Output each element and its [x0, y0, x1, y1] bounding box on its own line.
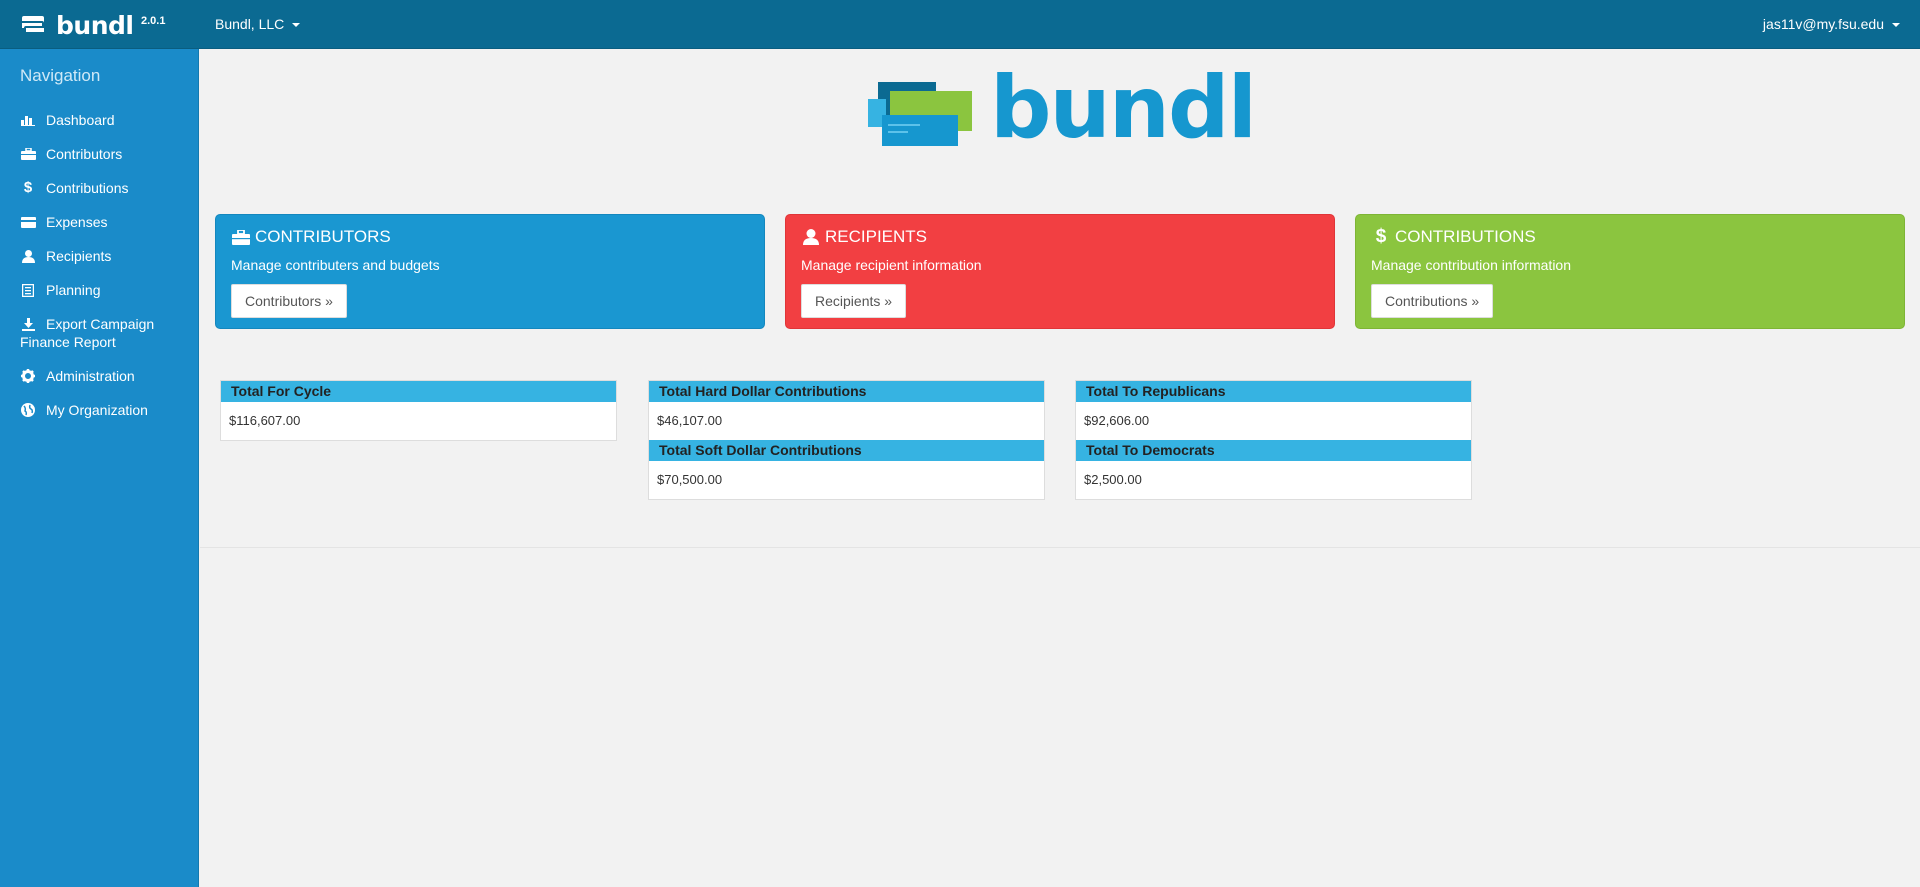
- panel-description: Manage recipient information: [801, 257, 982, 273]
- list-icon: [20, 281, 36, 299]
- download-icon: [20, 315, 36, 333]
- panel-title: CONTRIBUTORS: [231, 226, 749, 248]
- user-dropdown[interactable]: jas11v@my.fsu.edu: [1763, 16, 1900, 32]
- globe-icon: [20, 401, 36, 419]
- sidebar-item-export-report[interactable]: Export Campaign Finance Report: [20, 315, 195, 351]
- stat-value: $116,607.00: [229, 413, 301, 428]
- total-cycle-box: Total For Cycle $116,607.00: [220, 380, 617, 441]
- panel-title-text: CONTRIBUTIONS: [1395, 227, 1536, 246]
- dollar-type-box: Total Hard Dollar Contributions $46,107.…: [648, 380, 1045, 500]
- user-icon: [801, 228, 821, 246]
- user-icon: [20, 247, 36, 265]
- briefcase-icon: [231, 228, 251, 246]
- sidebar-item-label: Dashboard: [46, 112, 115, 128]
- caret-down-icon: [292, 23, 301, 28]
- stat-label: Total For Cycle: [221, 381, 616, 402]
- brand-link[interactable]: bundl: [20, 10, 134, 40]
- sidebar-item-label: Recipients: [46, 248, 112, 264]
- bundl-logo-icon: [20, 15, 48, 35]
- sidebar-item-label: Contributions: [46, 180, 129, 196]
- organization-dropdown[interactable]: Bundl, LLC: [215, 16, 301, 32]
- sidebar-item-my-organization[interactable]: My Organization: [20, 401, 195, 419]
- sidebar-item-label: My Organization: [46, 402, 148, 418]
- panel-title-text: CONTRIBUTORS: [255, 227, 391, 246]
- contributions-panel: $ CONTRIBUTIONS Manage contribution info…: [1355, 214, 1905, 329]
- contributions-button[interactable]: Contributions »: [1371, 284, 1494, 318]
- content-divider: [200, 547, 1920, 548]
- sidebar-item-dashboard[interactable]: Dashboard: [20, 111, 195, 129]
- sidebar-item-expenses[interactable]: Expenses: [20, 213, 195, 231]
- recipients-button[interactable]: Recipients »: [801, 284, 907, 318]
- contributors-panel: CONTRIBUTORS Manage contributers and bud…: [215, 214, 765, 329]
- panel-title: $ CONTRIBUTIONS: [1371, 226, 1889, 248]
- dollar-icon: $: [1375, 226, 1387, 247]
- sidebar-item-label: Administration: [46, 368, 135, 384]
- version-label: 2.0.1: [141, 15, 166, 27]
- stat-value: $92,606.00: [1084, 413, 1150, 428]
- sidebar-item-recipients[interactable]: Recipients: [20, 247, 195, 265]
- brand-name: bundl: [56, 10, 134, 40]
- stat-value: $2,500.00: [1084, 472, 1142, 487]
- top-navbar: bundl 2.0.1 Bundl, LLC jas11v@my.fsu.edu: [0, 0, 1920, 49]
- recipients-panel: RECIPIENTS Manage recipient information …: [785, 214, 1335, 329]
- sidebar-title: Navigation: [20, 66, 101, 85]
- stat-value: $46,107.00: [657, 413, 723, 428]
- sidebar-item-label: Planning: [46, 282, 101, 298]
- stat-label: Total Soft Dollar Contributions: [649, 440, 1044, 461]
- stat-label: Total To Democrats: [1076, 440, 1471, 461]
- sidebar-item-label: Expenses: [46, 214, 108, 230]
- sidebar-item-label: Export Campaign Finance Report: [20, 316, 155, 350]
- bar-chart-icon: [20, 111, 36, 129]
- sidebar-item-contributions[interactable]: $ Contributions: [20, 179, 195, 197]
- panel-title: RECIPIENTS: [801, 226, 1319, 248]
- party-totals-box: Total To Republicans $92,606.00 Total To…: [1075, 380, 1472, 500]
- sidebar-item-label: Contributors: [46, 146, 123, 162]
- panel-title-text: RECIPIENTS: [825, 227, 928, 246]
- user-email: jas11v@my.fsu.edu: [1762, 16, 1884, 32]
- sidebar-item-contributors[interactable]: Contributors: [20, 145, 195, 163]
- logo-cards-icon: [868, 82, 973, 152]
- sidebar-item-planning[interactable]: Planning: [20, 281, 195, 299]
- sidebar-nav: Dashboard Contributors $ Contributions E…: [20, 111, 195, 435]
- dollar-icon: $: [23, 179, 33, 196]
- panel-description: Manage contributers and budgets: [231, 257, 440, 273]
- logo-wordmark: bundl: [990, 58, 1257, 158]
- sidebar: Navigation Dashboard Contributors $ Cont…: [0, 49, 199, 887]
- caret-down-icon: [1892, 23, 1900, 28]
- stat-label: Total To Republicans: [1076, 381, 1471, 402]
- credit-card-icon: [20, 213, 36, 231]
- bundl-logo: bundl: [868, 65, 1257, 152]
- gear-icon: [20, 367, 36, 385]
- stat-label: Total Hard Dollar Contributions: [649, 381, 1044, 402]
- briefcase-icon: [20, 145, 36, 163]
- sidebar-item-administration[interactable]: Administration: [20, 367, 195, 385]
- organization-name: Bundl, LLC: [215, 16, 285, 32]
- panel-description: Manage contribution information: [1371, 257, 1572, 273]
- contributors-button[interactable]: Contributors »: [231, 284, 347, 318]
- stat-value: $70,500.00: [657, 472, 723, 487]
